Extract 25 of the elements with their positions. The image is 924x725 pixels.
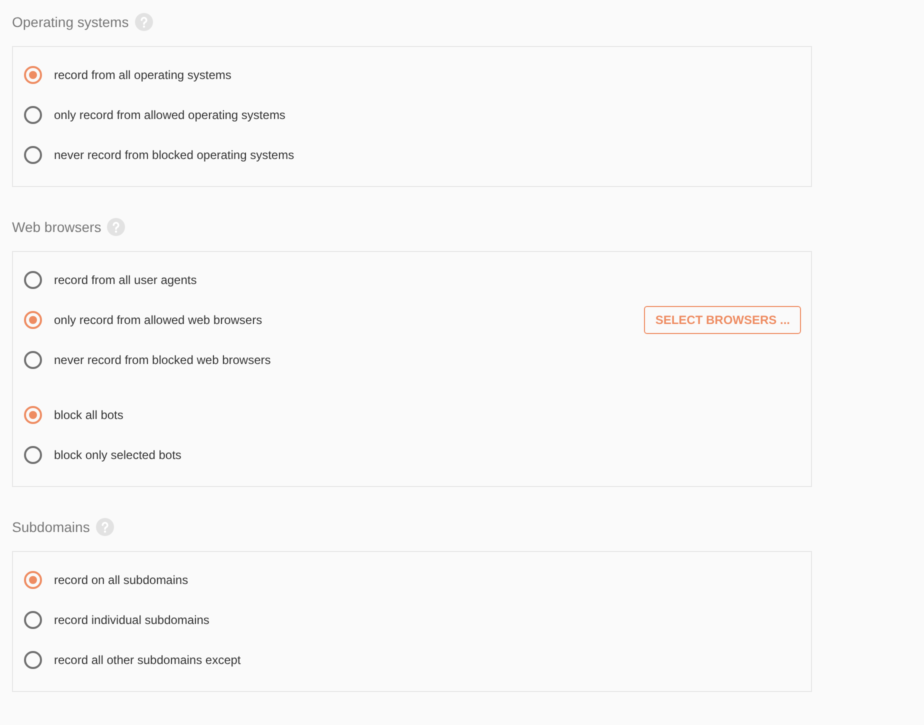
option-label[interactable]: never record from blocked web browsers — [54, 351, 271, 369]
section-title: Operating systems — [12, 13, 129, 32]
radio-button[interactable] — [24, 106, 42, 124]
radio-button[interactable] — [24, 66, 42, 84]
option-label[interactable]: record from all user agents — [54, 271, 197, 289]
radio-button[interactable] — [24, 571, 42, 589]
radio-button[interactable] — [24, 311, 42, 329]
section-title: Subdomains — [12, 518, 90, 537]
radio-button[interactable] — [24, 446, 42, 464]
radio-button[interactable] — [24, 271, 42, 289]
radio-button[interactable] — [24, 611, 42, 629]
radio-button[interactable] — [24, 651, 42, 669]
option-label[interactable]: record individual subdomains — [54, 611, 210, 629]
radio-button[interactable] — [24, 406, 42, 424]
option-label[interactable]: only record from allowed operating systems — [54, 106, 286, 124]
radio-button[interactable] — [24, 351, 42, 369]
radio-button[interactable] — [24, 146, 42, 164]
section-title: Web browsers — [12, 218, 102, 237]
option-label[interactable]: block only selected bots — [54, 446, 182, 464]
option-label[interactable]: block all bots — [54, 406, 124, 424]
option-label[interactable]: only record from allowed web browsers — [54, 311, 262, 329]
option-label[interactable]: record from all operating systems — [54, 66, 232, 84]
option-label[interactable]: record all other subdomains except — [54, 651, 241, 669]
option-label[interactable]: never record from blocked operating systems — [54, 146, 294, 164]
option-label[interactable]: record on all subdomains — [54, 571, 188, 589]
